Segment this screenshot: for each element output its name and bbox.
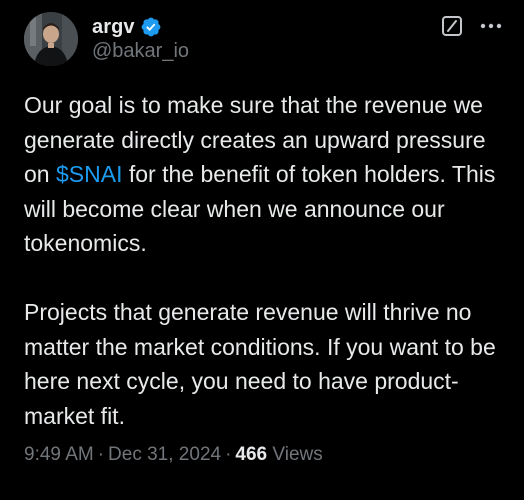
views-count[interactable]: 466	[235, 444, 267, 465]
grok-slash-icon[interactable]	[441, 15, 463, 37]
tweet-paragraph-2: Projects that generate revenue will thri…	[24, 299, 496, 429]
meta-separator: ·	[225, 444, 232, 465]
author-display-name[interactable]: argv	[92, 16, 135, 39]
cashtag-link[interactable]: $SNAI	[56, 161, 122, 187]
tweet-card: argv @bakar_io Our goal is to make sure …	[0, 0, 524, 500]
avatar[interactable]	[24, 12, 78, 66]
tweet-time[interactable]: 9:49 AM	[24, 444, 94, 465]
tweet-meta: 9:49 AM · Dec 31, 2024 · 466 Views	[24, 444, 323, 466]
tweet-date[interactable]: Dec 31, 2024	[108, 444, 221, 465]
verified-badge-icon	[140, 16, 162, 38]
tweet-text: Our goal is to make sure that the revenu…	[24, 88, 504, 433]
meta-separator: ·	[97, 444, 105, 465]
author-name-row: argv	[92, 14, 162, 40]
views-label: Views	[272, 444, 323, 465]
author-handle[interactable]: @bakar_io	[92, 40, 189, 63]
more-horizontal-icon[interactable]	[478, 14, 504, 38]
tweet-paragraph-1: Our goal is to make sure that the revenu…	[24, 88, 504, 261]
